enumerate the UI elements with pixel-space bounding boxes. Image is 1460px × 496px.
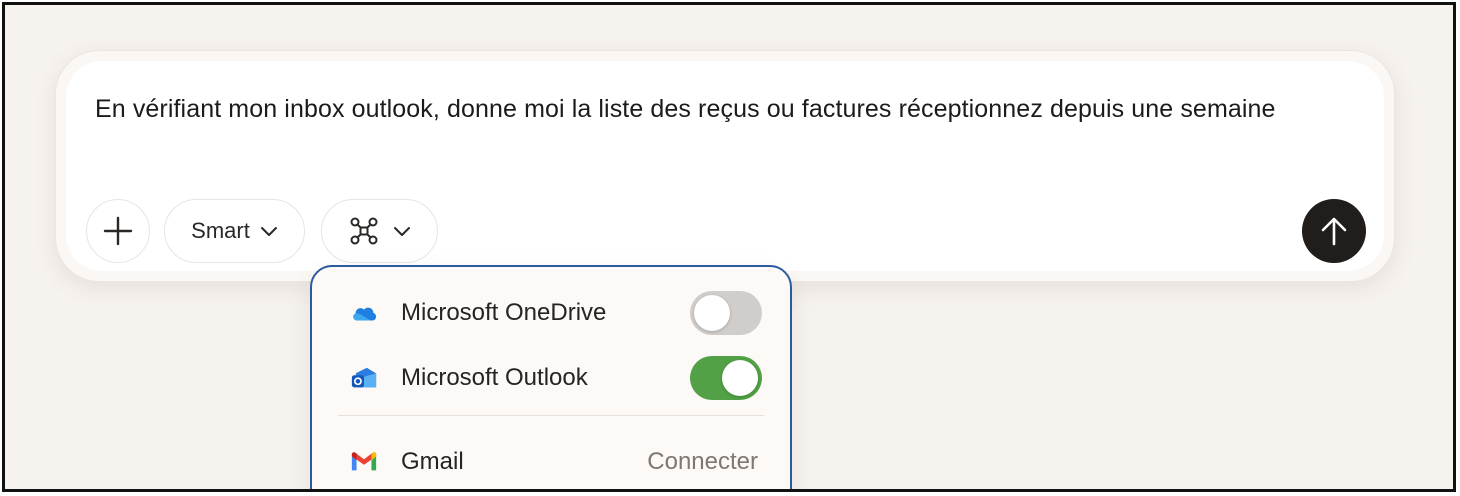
chevron-down-icon	[393, 227, 410, 236]
plus-icon	[103, 216, 133, 246]
mode-label: Smart	[191, 218, 250, 243]
outlook-toggle[interactable]	[690, 356, 762, 400]
connectors-dropdown: Microsoft OneDrive Microsoft Outlook Gma…	[310, 265, 792, 489]
mode-selector-button[interactable]: Smart	[164, 199, 305, 263]
connect-gmail-button[interactable]: Connecter	[647, 448, 758, 476]
chat-composer: En vérifiant mon inbox outlook, donne mo…	[55, 50, 1395, 282]
composer-inner: En vérifiant mon inbox outlook, donne mo…	[66, 61, 1384, 271]
onedrive-toggle[interactable]	[690, 291, 762, 335]
connector-label: Gmail	[401, 448, 464, 475]
connector-label: Microsoft OneDrive	[401, 299, 607, 326]
connector-label: Microsoft Outlook	[401, 364, 588, 391]
send-button[interactable]	[1302, 199, 1366, 263]
connectors-icon	[350, 217, 377, 245]
connector-row-onedrive[interactable]: Microsoft OneDrive	[312, 285, 790, 341]
prompt-input[interactable]: En vérifiant mon inbox outlook, donne mo…	[95, 89, 1335, 129]
dropdown-divider	[338, 415, 764, 416]
arrow-up-icon	[1321, 217, 1347, 246]
gmail-icon	[350, 448, 378, 476]
app-frame: En vérifiant mon inbox outlook, donne mo…	[2, 2, 1456, 492]
outlook-icon	[350, 364, 378, 392]
connector-row-outlook[interactable]: Microsoft Outlook	[312, 350, 790, 406]
onedrive-icon	[350, 299, 378, 327]
add-attachment-button[interactable]	[86, 199, 150, 263]
toggle-knob	[722, 360, 758, 396]
chevron-down-icon	[260, 227, 277, 236]
connector-row-gmail[interactable]: Gmail Connecter	[312, 434, 790, 489]
connectors-menu-button[interactable]	[321, 199, 438, 263]
toggle-knob	[694, 295, 730, 331]
